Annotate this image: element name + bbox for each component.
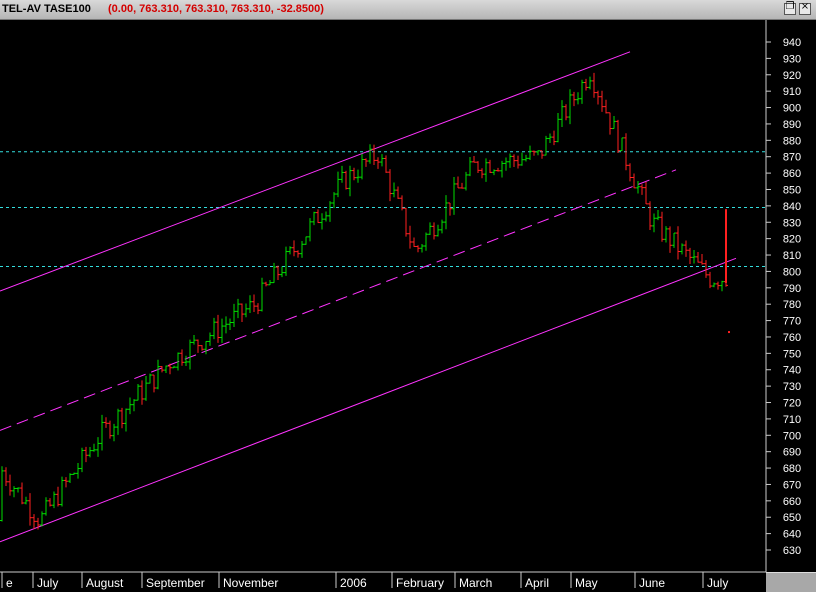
x-tick-label: April (525, 576, 549, 590)
y-tick-label: 810 (783, 250, 801, 262)
y-tick-label: 740 (783, 365, 801, 377)
y-tick-label: 650 (783, 512, 801, 524)
y-tick-label: 780 (783, 299, 801, 311)
x-tick-label: May (575, 576, 598, 590)
y-tick-label: 930 (783, 53, 801, 65)
y-tick-label: 870 (783, 152, 801, 164)
x-tick-label: February (396, 576, 444, 590)
x-tick-label: September (146, 576, 205, 590)
chart-window: TEL-AV TASE100 (0.00, 763.310, 763.310, … (0, 0, 816, 592)
y-tick-label: 720 (783, 398, 801, 410)
x-tick-label: July (707, 576, 728, 590)
y-tick-label: 920 (783, 70, 801, 82)
y-tick-label: 860 (783, 168, 801, 180)
restore-icon: ❐ (785, 1, 795, 12)
title-bar[interactable]: TEL-AV TASE100 (0.00, 763.310, 763.310, … (0, 0, 816, 20)
channel-lower-line (0, 257, 737, 543)
y-tick-label: 700 (783, 430, 801, 442)
x-tick-label: 2006 (340, 576, 367, 590)
y-tick-label: 840 (783, 201, 801, 213)
close-button[interactable]: × (799, 1, 811, 15)
y-tick-label: 890 (783, 119, 801, 131)
scrollbar-corner[interactable] (766, 572, 816, 592)
channel-middle-line (0, 169, 677, 431)
y-tick-label: 640 (783, 529, 801, 541)
y-tick-label: 630 (783, 545, 801, 557)
y-tick-label: 730 (783, 381, 801, 393)
ohlc-readout: (0.00, 763.310, 763.310, 763.310, -32.85… (108, 3, 324, 15)
restore-button[interactable]: ❐ (784, 1, 796, 15)
scroll-up-arrow[interactable] (766, 21, 816, 37)
x-tick-label: August (86, 576, 124, 590)
y-tick-label: 910 (783, 86, 801, 98)
y-tick-label: 820 (783, 234, 801, 246)
x-tick-label: November (223, 576, 278, 590)
close-icon: × (800, 1, 810, 12)
y-tick-label: 830 (783, 217, 801, 229)
y-tick-label: 670 (783, 479, 801, 491)
y-tick-label: 680 (783, 463, 801, 475)
y-tick-label: 770 (783, 316, 801, 328)
y-tick-label: 660 (783, 496, 801, 508)
x-tick-label: June (639, 576, 665, 590)
y-tick-label: 880 (783, 135, 801, 147)
y-tick-label: 850 (783, 184, 801, 196)
instrument-title: TEL-AV TASE100 (2, 3, 91, 15)
last-close-marker (728, 331, 730, 334)
y-tick-label: 760 (783, 332, 801, 344)
y-tick-label: 710 (783, 414, 801, 426)
x-tick-label: July (37, 576, 58, 590)
y-tick-label: 900 (783, 103, 801, 115)
channel-upper-line (0, 51, 631, 292)
y-tick-label: 790 (783, 283, 801, 295)
y-tick-label: 940 (783, 37, 801, 49)
y-tick-label: 800 (783, 266, 801, 278)
x-tick-label: March (459, 576, 492, 590)
x-tick-label: e (6, 576, 13, 590)
y-tick-label: 750 (783, 348, 801, 360)
price-chart[interactable]: 630 640 650 660 670 680 690 700 710 720 730 740 750 7… (0, 20, 816, 592)
y-tick-label: 690 (783, 447, 801, 459)
